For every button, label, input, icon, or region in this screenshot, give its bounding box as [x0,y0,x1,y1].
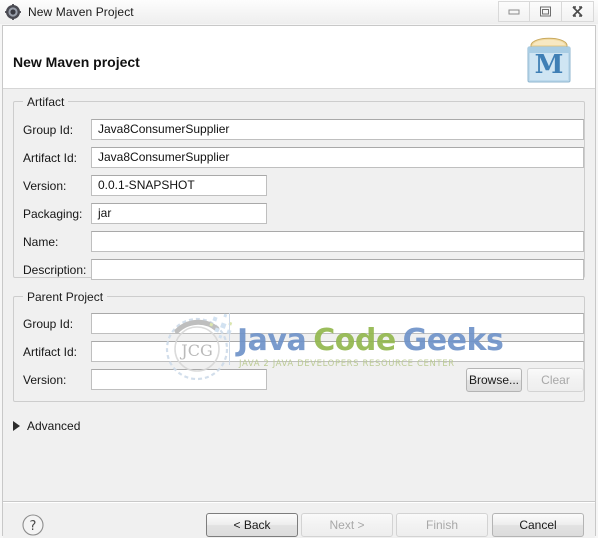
artifact-artifact-id-input[interactable]: Java8ConsumerSupplier [91,147,584,168]
new-maven-project-dialog: New Maven Project New Maven project M Ar… [0,0,598,538]
window-controls [498,1,594,22]
window-title: New Maven Project [28,5,134,19]
maven-gear-icon [5,4,21,20]
parent-group-id-label: Group Id: [23,317,74,331]
artifact-group-id-label: Group Id: [23,123,74,137]
finish-button: Finish [396,513,488,537]
artifact-name-input[interactable] [91,231,584,252]
artifact-packaging-label: Packaging: [23,207,83,221]
artifact-version-label: Version: [23,179,67,193]
close-icon [572,6,583,17]
clear-button: Clear [527,368,584,392]
minimize-button[interactable] [498,1,530,22]
artifact-description-label: Description: [23,263,87,277]
help-question-icon[interactable]: ? [21,513,45,537]
parent-version-input[interactable] [91,369,267,390]
parent-project-group-legend: Parent Project [23,290,108,304]
close-button[interactable] [562,1,594,22]
artifact-group-legend: Artifact [23,95,69,109]
advanced-label: Advanced [27,419,81,433]
advanced-section-toggle[interactable]: Advanced [13,419,80,433]
parent-artifact-id-label: Artifact Id: [23,345,78,359]
minimize-icon [508,9,520,14]
next-button: Next > [301,513,393,537]
artifact-version-input[interactable]: 0.0.1-SNAPSHOT [91,175,267,196]
dialog-body: New Maven project M Artifact Group Id: J… [2,25,596,538]
browse-button[interactable]: Browse... [466,368,522,392]
wizard-content: Artifact Group Id: Java8ConsumerSupplier… [3,89,595,501]
back-button[interactable]: < Back [206,513,298,537]
svg-text:M: M [535,50,564,80]
title-bar: New Maven Project [0,0,598,24]
svg-text:?: ? [30,519,37,534]
chevron-right-icon[interactable] [13,421,20,431]
artifact-group-id-input[interactable]: Java8ConsumerSupplier [91,119,584,140]
maximize-button[interactable] [530,1,562,22]
parent-group-id-input[interactable] [91,313,584,334]
dialog-footer: ? < Back Next > Finish Cancel [3,501,595,538]
cancel-button[interactable]: Cancel [492,513,584,537]
artifact-name-label: Name: [23,235,59,249]
artifact-description-input[interactable] [91,259,584,280]
maven-box-logo: M [519,31,579,85]
parent-version-label: Version: [23,373,67,387]
maximize-icon [540,6,551,17]
artifact-packaging-input[interactable]: jar [91,203,267,224]
artifact-artifact-id-label: Artifact Id: [23,151,78,165]
wizard-header: New Maven project M [3,26,595,89]
page-title: New Maven project [13,54,140,70]
parent-artifact-id-input[interactable] [91,341,584,362]
